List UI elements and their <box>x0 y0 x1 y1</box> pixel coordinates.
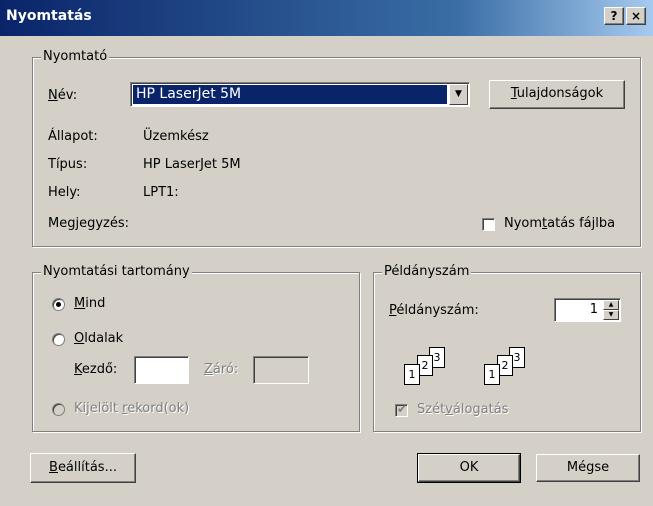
window-title: Nyomtatás <box>6 8 92 24</box>
print-to-file-label[interactable]: Nyomtatás fájlba <box>504 216 615 232</box>
copies-count-value: 1 <box>589 302 598 317</box>
range-pages-label[interactable]: Oldalak <box>74 331 123 347</box>
page-icon: 1 <box>404 364 420 385</box>
page-icon: 1 <box>484 364 500 385</box>
from-label: Kezdő: <box>74 362 118 377</box>
status-label: Állapot: <box>48 129 98 144</box>
range-all-radio[interactable] <box>52 298 65 311</box>
range-all-label[interactable]: Mind <box>74 296 105 312</box>
range-pages-radio[interactable] <box>52 333 65 346</box>
copies-group-label: Példányszám <box>382 264 472 280</box>
status-value: Üzemkész <box>143 129 209 144</box>
spin-up-icon[interactable]: ▲ <box>603 300 619 310</box>
to-page-input[interactable] <box>253 356 309 384</box>
print-range-group-label: Nyomtatási tartomány <box>41 264 192 280</box>
ok-button[interactable]: OK <box>417 453 521 483</box>
range-selection-radio[interactable] <box>52 403 65 416</box>
checkmark-icon: ✔ <box>397 402 408 416</box>
setup-button[interactable]: Beállítás... <box>30 453 136 483</box>
printer-name-combo[interactable]: HP LaserJet 5M ▼ <box>130 82 470 107</box>
properties-button[interactable]: Tulajdonságok <box>489 80 625 109</box>
cancel-button[interactable]: Mégse <box>536 454 640 482</box>
printer-group-label: Nyomtató <box>41 49 110 65</box>
collate-label[interactable]: Szétválogatás <box>417 402 508 418</box>
print-to-file-checkbox[interactable] <box>482 218 495 231</box>
type-value: HP LaserJet 5M <box>143 157 241 172</box>
printer-name-value: HP LaserJet 5M <box>133 85 447 104</box>
type-label: Típus: <box>48 157 88 172</box>
copies-count-label: Példányszám: <box>389 303 479 318</box>
printer-name-label: Név: <box>48 88 78 103</box>
help-button[interactable]: ? <box>604 7 624 25</box>
close-button[interactable]: × <box>626 7 646 25</box>
copies-count-spinner[interactable]: 1 ▲ ▼ <box>554 298 621 322</box>
comment-label: Megjegyzés: <box>48 216 129 231</box>
where-value: LPT1: <box>143 185 179 200</box>
chevron-down-icon[interactable]: ▼ <box>449 84 468 105</box>
to-label: Záró: <box>204 362 239 377</box>
where-label: Hely: <box>48 185 81 200</box>
title-bar: Nyomtatás ? × <box>0 0 653 36</box>
radio-dot <box>56 302 61 307</box>
range-selection-label[interactable]: Kijelölt rekord(ok) <box>74 401 189 417</box>
from-page-input[interactable] <box>134 356 189 384</box>
collate-checkbox[interactable]: ✔ <box>395 402 408 417</box>
spin-down-icon[interactable]: ▼ <box>603 310 619 320</box>
